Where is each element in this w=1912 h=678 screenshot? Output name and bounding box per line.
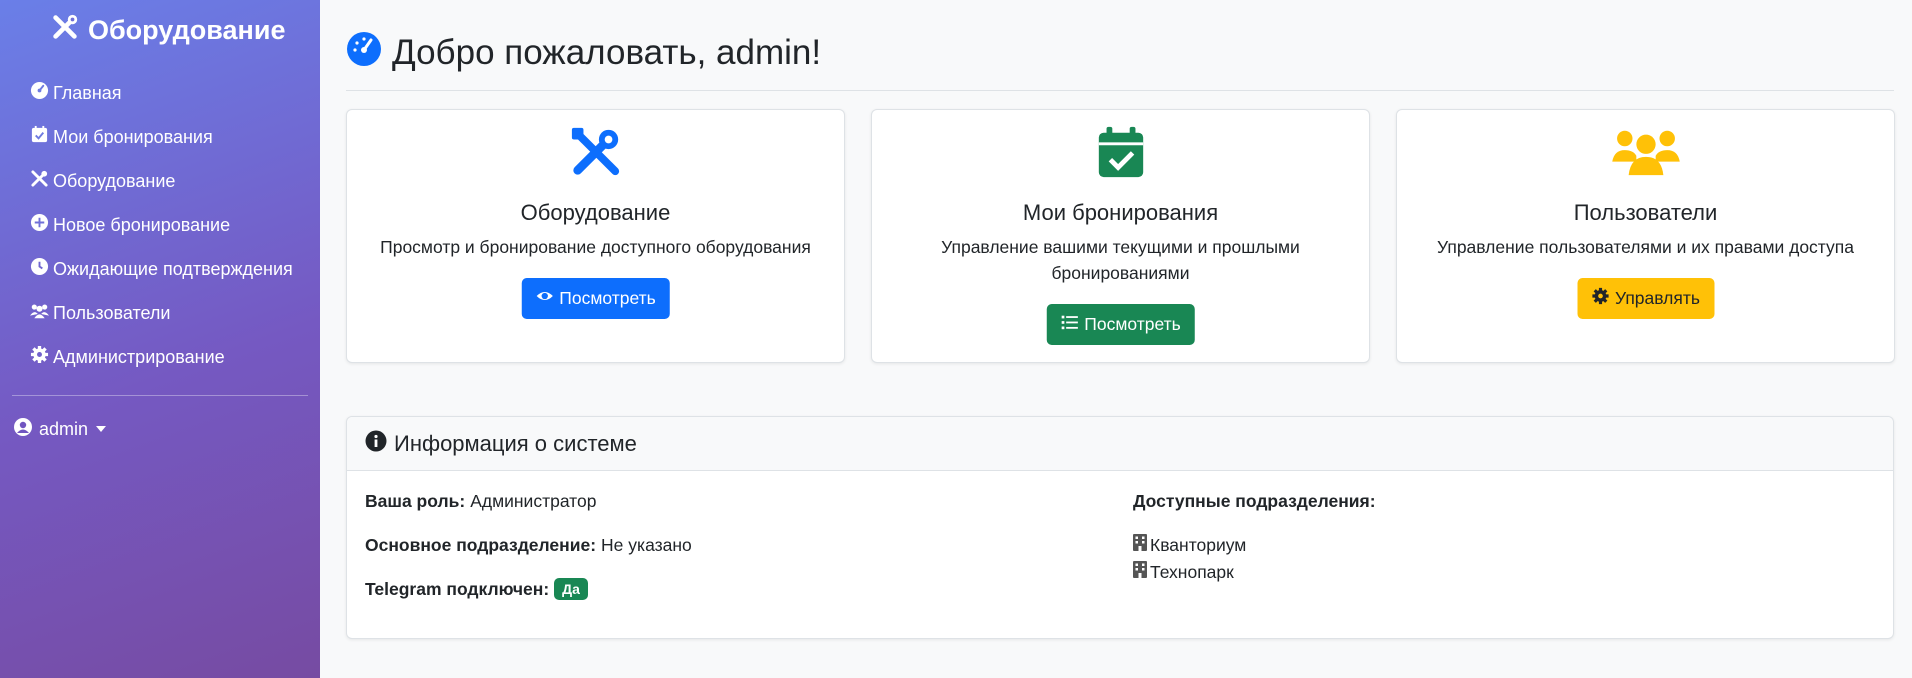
sidebar-item-new-booking[interactable]: Новое бронирование — [30, 203, 293, 247]
dashboard-icon — [346, 31, 382, 76]
page-title-text: Добро пожаловать, admin! — [392, 33, 822, 72]
view-bookings-button[interactable]: Посмотреть — [1046, 304, 1195, 345]
department-name: Кванториум — [1150, 534, 1247, 555]
department-label: Основное подразделение: — [365, 534, 597, 555]
telegram-label: Telegram подключен: — [365, 578, 550, 599]
gear-icon — [30, 345, 53, 369]
building-icon — [1133, 561, 1147, 583]
building-icon — [1133, 534, 1147, 556]
department-value: Не указано — [601, 534, 692, 555]
button-label: Управлять — [1615, 288, 1700, 308]
button-label: Посмотреть — [559, 288, 656, 308]
sidebar-nav: Главная Мои бронирования Оборудование Но… — [30, 71, 293, 379]
sidebar-item-label: Мои бронирования — [53, 126, 213, 147]
role-value: Администратор — [470, 490, 597, 511]
list-icon — [1060, 313, 1078, 336]
user-name: admin — [39, 418, 89, 439]
status-badge: Да — [554, 578, 588, 600]
sidebar-item-admin[interactable]: Администрирование — [30, 335, 293, 379]
department-item: Кванториум — [1133, 533, 1246, 557]
card-description: Просмотр и бронирование доступного обору… — [380, 237, 811, 257]
card-my-bookings: Мои бронирования Управление вашими текущ… — [871, 109, 1370, 363]
card-title: Оборудование — [520, 200, 671, 225]
tools-icon — [50, 12, 80, 49]
card-users: Пользователи Управление пользователями и… — [1396, 109, 1895, 363]
tools-icon — [347, 125, 844, 181]
page-title: Добро пожаловать, admin! — [346, 30, 821, 76]
card-description: Управление пользователями и их правами д… — [1437, 237, 1854, 257]
chevron-down-icon — [96, 426, 107, 432]
sidebar-item-label: Новое бронирование — [53, 214, 231, 235]
sidebar: Оборудование Главная Мои бронирования Об… — [0, 0, 320, 678]
role-row: Ваша роль: Администратор — [365, 489, 596, 513]
card-title: Пользователи — [1573, 200, 1718, 225]
gear-icon — [1591, 287, 1609, 310]
sidebar-item-my-bookings[interactable]: Мои бронирования — [30, 115, 293, 159]
department-row: Основное подразделение: Не указано — [365, 533, 692, 557]
button-label: Посмотреть — [1084, 314, 1181, 334]
calendar-check-icon — [872, 125, 1369, 181]
brand-label: Оборудование — [88, 14, 286, 45]
sidebar-item-label: Оборудование — [53, 170, 176, 191]
role-label: Ваша роль: — [365, 490, 466, 511]
card-description: Управление вашими текущими и прошлыми бр… — [941, 237, 1300, 283]
brand[interactable]: Оборудование — [50, 12, 285, 48]
card-equipment: Оборудование Просмотр и бронирование дос… — [346, 109, 845, 363]
department-name: Технопарк — [1150, 561, 1234, 582]
tools-icon — [30, 169, 53, 193]
system-info-header: Информация о системе — [347, 417, 1893, 471]
available-departments-label: Доступные подразделения: — [1133, 490, 1376, 511]
sidebar-item-home[interactable]: Главная — [30, 71, 293, 115]
plus-circle-icon — [30, 213, 53, 237]
manage-users-button[interactable]: Управлять — [1577, 278, 1714, 319]
user-menu[interactable]: admin — [13, 416, 107, 442]
sidebar-item-label: Ожидающие подтверждения — [53, 258, 293, 279]
dashboard-icon — [30, 81, 53, 105]
department-item: Технопарк — [1133, 560, 1234, 584]
clock-icon — [30, 257, 53, 281]
sidebar-item-label: Пользователи — [53, 302, 171, 323]
eye-icon — [535, 287, 553, 310]
sidebar-item-label: Главная — [53, 82, 122, 103]
users-icon — [30, 301, 53, 325]
sidebar-item-equipment[interactable]: Оборудование — [30, 159, 293, 203]
title-divider — [346, 90, 1894, 91]
users-icon — [1397, 125, 1894, 181]
view-equipment-button[interactable]: Посмотреть — [521, 278, 670, 319]
sidebar-divider — [12, 395, 308, 396]
sidebar-item-pending[interactable]: Ожидающие подтверждения — [30, 247, 293, 291]
sidebar-item-label: Администрирование — [53, 346, 225, 367]
available-departments-row: Доступные подразделения: — [1133, 489, 1381, 513]
system-info-card: Информация о системе Ваша роль: Админист… — [346, 416, 1894, 639]
sidebar-item-users[interactable]: Пользователи — [30, 291, 293, 335]
info-icon — [365, 430, 387, 458]
calendar-check-icon — [30, 125, 53, 149]
system-info-title: Информация о системе — [394, 430, 637, 456]
telegram-row: Telegram подключен: Да — [365, 577, 588, 601]
card-title: Мои бронирования — [1022, 200, 1219, 225]
user-circle-icon — [13, 417, 33, 442]
